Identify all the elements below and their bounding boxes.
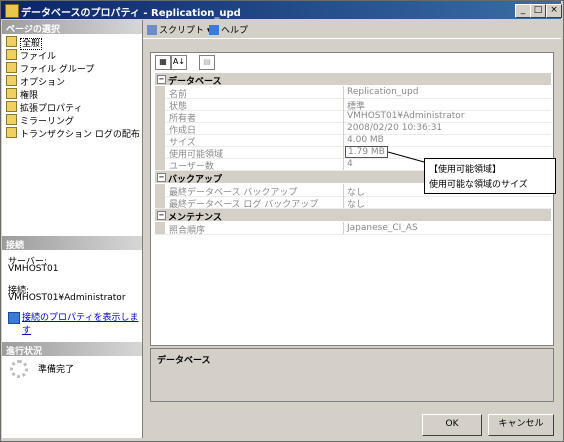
property-row[interactable]: 照合順序 Japanese_CI_AS [155,222,551,236]
category-maintenance[interactable]: − メンテナンス [155,209,551,223]
progress-status: 準備完了 [38,365,75,375]
callout-box: 【使用可能領域】 使用可能な領域のサイズ [424,158,556,194]
nav-item-mirroring[interactable]: ミラーリング [6,114,74,127]
collapse-icon[interactable]: − [157,75,166,84]
window-title: データベースのプロパティ - Replication_upd [21,8,241,19]
left-pane: ページの選択 全般 ファイル ファイル グループ オプション 権限 拡張プロパテ… [2,20,143,438]
alphabetical-icon[interactable]: A↓ [171,55,187,70]
nav-item-filegroups[interactable]: ファイル グループ [6,62,94,75]
collapse-icon[interactable]: − [157,211,166,220]
categorized-icon[interactable]: ▦ [155,55,171,70]
script-icon [147,25,157,35]
page-icon [6,36,17,47]
nav-item-files[interactable]: ファイル [6,49,56,62]
help-button[interactable]: ヘルプ [209,23,248,36]
view-connection-properties-link[interactable]: 接続のプロパティを表示します [22,310,140,336]
script-button[interactable]: スクリプト ▾ [147,23,211,36]
page-icon [6,101,17,112]
title-bar: データベースのプロパティ - Replication_upd _ □ × [1,1,562,19]
callout-text: 使用可能な領域のサイズ [429,180,528,190]
category-database[interactable]: − データベース [155,73,551,87]
page-icon [6,88,17,99]
nav-item-log-shipping[interactable]: トランザクション ログの配布 [6,127,140,140]
property-row[interactable]: 最終データベース ログ バックアップ なし [155,196,551,210]
connection-header: 接続 [2,236,142,251]
page-icon [6,127,17,138]
page-icon [6,114,17,125]
cancel-button[interactable]: キャンセル [488,414,554,436]
description-pane: データベース [150,348,554,402]
property-pages-icon[interactable]: ▤ [199,55,215,70]
callout-pointer [387,151,425,163]
nav-item-options[interactable]: オプション [6,75,65,88]
help-icon [209,25,219,35]
nav-item-general[interactable]: 全般 [6,36,43,50]
collapse-icon[interactable]: − [157,173,166,182]
callout-title: 【使用可能領域】 [429,165,502,175]
select-page-header: ページの選択 [2,20,142,35]
page-icon [6,75,17,86]
nav-item-permissions[interactable]: 権限 [6,88,38,101]
property-grid: ▦ A↓ ▤ − データベース 名前 Replication_upd 状態 標準 所… [150,52,554,346]
nav-item-extended-properties[interactable]: 拡張プロパティ [6,101,82,114]
connection-value: VMHOST01¥Administrator [8,293,126,303]
description-title: データベース [157,356,211,366]
database-icon [5,4,19,18]
toolbar: スクリプト ▾ ヘルプ [143,20,561,39]
maximize-button[interactable]: □ [530,4,546,18]
ok-button[interactable]: OK [422,414,482,436]
minimize-button[interactable]: _ [515,4,531,18]
progress-header: 進行状況 [2,342,142,357]
properties-icon [8,312,20,324]
server-value: VMHOST01 [8,264,59,274]
progress-spinner-icon [10,360,28,378]
page-icon [6,49,17,60]
page-icon [6,62,17,73]
close-button[interactable]: × [546,4,562,18]
